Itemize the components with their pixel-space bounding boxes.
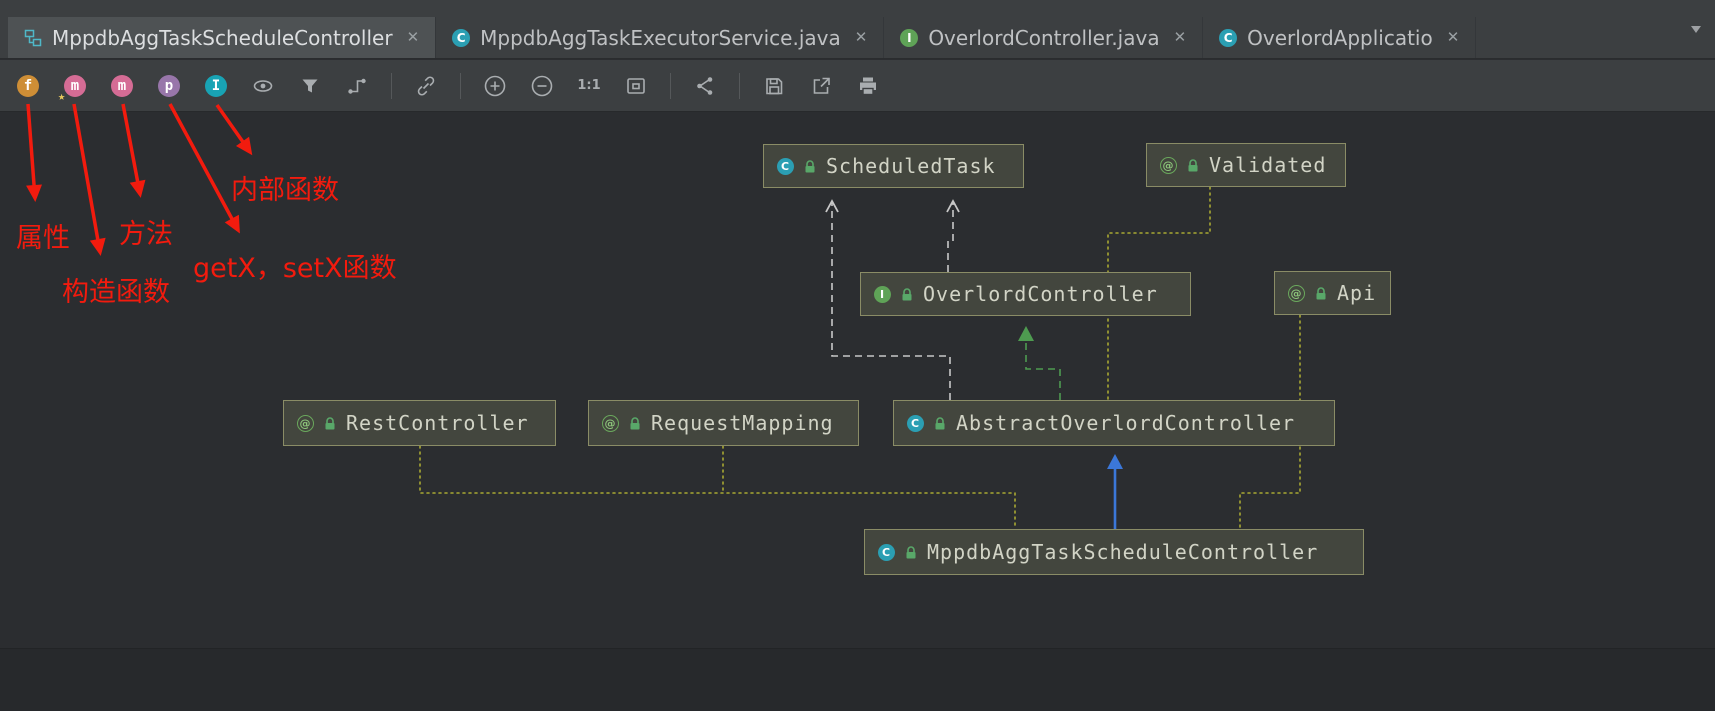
- edge-abstractoverlordcontroller-implements-overlordcontroller: [1018, 326, 1061, 400]
- node-label: Validated: [1209, 153, 1327, 177]
- lock-icon: [803, 159, 817, 174]
- toolbar-separator: [391, 72, 392, 99]
- tab-mppdbaggtaskexecutorservice[interactable]: C MppdbAggTaskExecutorService.java ✕: [436, 17, 885, 58]
- node-api[interactable]: @ Api: [1274, 271, 1391, 315]
- zoom-in-icon: [484, 75, 506, 96]
- diagram-toolbar: f m ★ m p I 1:1: [0, 60, 1715, 112]
- star-overlay-icon: ★: [58, 88, 66, 103]
- node-label: ScheduledTask: [826, 154, 996, 178]
- node-scheduledtask[interactable]: C ScheduledTask: [763, 144, 1024, 188]
- fields-button[interactable]: f: [11, 69, 45, 103]
- node-label: MppdbAggTaskScheduleController: [927, 540, 1319, 564]
- link-button[interactable]: [409, 69, 443, 103]
- abstract-class-icon: C: [907, 414, 924, 432]
- lock-icon: [1186, 158, 1200, 173]
- node-label: RestController: [346, 411, 529, 435]
- node-restcontroller[interactable]: @ RestController: [283, 400, 556, 446]
- eye-icon: [253, 79, 273, 92]
- diagram-edges: [419, 186, 1301, 530]
- node-abstractoverlordcontroller[interactable]: C AbstractOverlordController: [893, 400, 1335, 446]
- lock-icon: [1314, 286, 1328, 301]
- method-icon: m: [111, 74, 133, 97]
- inner-classes-button[interactable]: I: [199, 69, 233, 103]
- node-label: AbstractOverlordController: [956, 411, 1296, 435]
- zoom-out-icon: [531, 75, 553, 96]
- close-icon[interactable]: ✕: [855, 30, 868, 45]
- actual-size-button[interactable]: 1:1: [572, 69, 606, 103]
- route-icon: [348, 78, 366, 94]
- constructors-button[interactable]: m ★: [58, 69, 92, 103]
- print-icon: [860, 77, 876, 95]
- property-icon: p: [158, 74, 180, 97]
- close-icon[interactable]: ✕: [407, 30, 420, 45]
- tab-label: OverlordApplicatio: [1247, 25, 1433, 50]
- toolbar-separator: [739, 72, 740, 99]
- zoom-in-button[interactable]: [478, 69, 512, 103]
- tab-overlordcontroller[interactable]: I OverlordController.java ✕: [884, 17, 1204, 58]
- node-label: RequestMapping: [651, 411, 834, 435]
- lock-icon: [904, 545, 918, 560]
- tab-overlordapplication[interactable]: C OverlordApplicatio ✕: [1203, 17, 1477, 58]
- edge-routing-button[interactable]: [340, 69, 374, 103]
- node-label: Api: [1337, 281, 1377, 305]
- funnel-icon: [302, 79, 318, 92]
- apply-layout-button[interactable]: [688, 69, 722, 103]
- bottom-panel: [0, 648, 1715, 711]
- toolbar-separator: [670, 72, 671, 99]
- fit-content-button[interactable]: [619, 69, 653, 103]
- lock-icon: [628, 416, 642, 431]
- annotation-icon: @: [1160, 156, 1177, 174]
- tab-label: OverlordController.java: [928, 25, 1160, 50]
- print-button[interactable]: [851, 69, 885, 103]
- inner-class-icon: I: [205, 74, 227, 97]
- properties-button[interactable]: p: [152, 69, 186, 103]
- class-icon: C: [878, 543, 895, 561]
- export-icon: [813, 77, 830, 94]
- save-button[interactable]: [757, 69, 791, 103]
- graph-layout-icon: [697, 76, 713, 95]
- tabs-overflow-chevron-icon[interactable]: [1691, 25, 1701, 33]
- node-overlordcontroller[interactable]: I OverlordController: [860, 272, 1191, 316]
- fit-content-icon: [627, 77, 645, 94]
- uml-diagram-canvas[interactable]: C ScheduledTask @ Validated I OverlordCo…: [0, 113, 1715, 648]
- editor-tab-bar: MppdbAggTaskScheduleController ✕ C Mppdb…: [0, 0, 1715, 59]
- zoom-out-button[interactable]: [525, 69, 559, 103]
- lock-icon: [323, 416, 337, 431]
- lock-icon: [933, 416, 947, 431]
- filter-button[interactable]: [293, 69, 327, 103]
- uml-diagram-icon: [24, 29, 42, 46]
- field-icon: f: [17, 74, 39, 97]
- save-icon: [766, 77, 783, 94]
- edge-annotation-restcontroller: [419, 445, 1016, 530]
- class-icon: C: [777, 157, 794, 175]
- link-icon: [417, 75, 435, 96]
- methods-button[interactable]: m: [105, 69, 139, 103]
- annotation-icon: @: [1288, 284, 1305, 302]
- toolbar-separator: [460, 72, 461, 99]
- visibility-button[interactable]: [246, 69, 280, 103]
- annotation-icon: @: [297, 414, 314, 432]
- one-to-one-icon: 1:1: [577, 78, 601, 93]
- tab-mppdbaggtaskschedulecontroller-diagram[interactable]: MppdbAggTaskScheduleController ✕: [8, 17, 437, 58]
- java-class-icon: C: [452, 28, 471, 47]
- java-application-icon: C: [1219, 28, 1238, 47]
- edge-overlordcontroller-implements-scheduledtask: [946, 199, 960, 272]
- java-interface-icon: I: [900, 28, 919, 47]
- close-icon[interactable]: ✕: [1447, 30, 1460, 45]
- lock-icon: [900, 287, 914, 302]
- interface-icon: I: [874, 285, 891, 303]
- export-button[interactable]: [804, 69, 838, 103]
- node-label: OverlordController: [923, 282, 1158, 306]
- annotation-icon: @: [602, 414, 619, 432]
- tab-label: MppdbAggTaskExecutorService.java: [480, 25, 841, 50]
- node-mppdbaggtaskschedulecontroller[interactable]: C MppdbAggTaskScheduleController: [864, 529, 1364, 575]
- constructor-icon: m ★: [58, 74, 86, 103]
- tab-label: MppdbAggTaskScheduleController: [52, 25, 393, 50]
- node-validated[interactable]: @ Validated: [1146, 143, 1346, 187]
- close-icon[interactable]: ✕: [1174, 30, 1187, 45]
- node-requestmapping[interactable]: @ RequestMapping: [588, 400, 859, 446]
